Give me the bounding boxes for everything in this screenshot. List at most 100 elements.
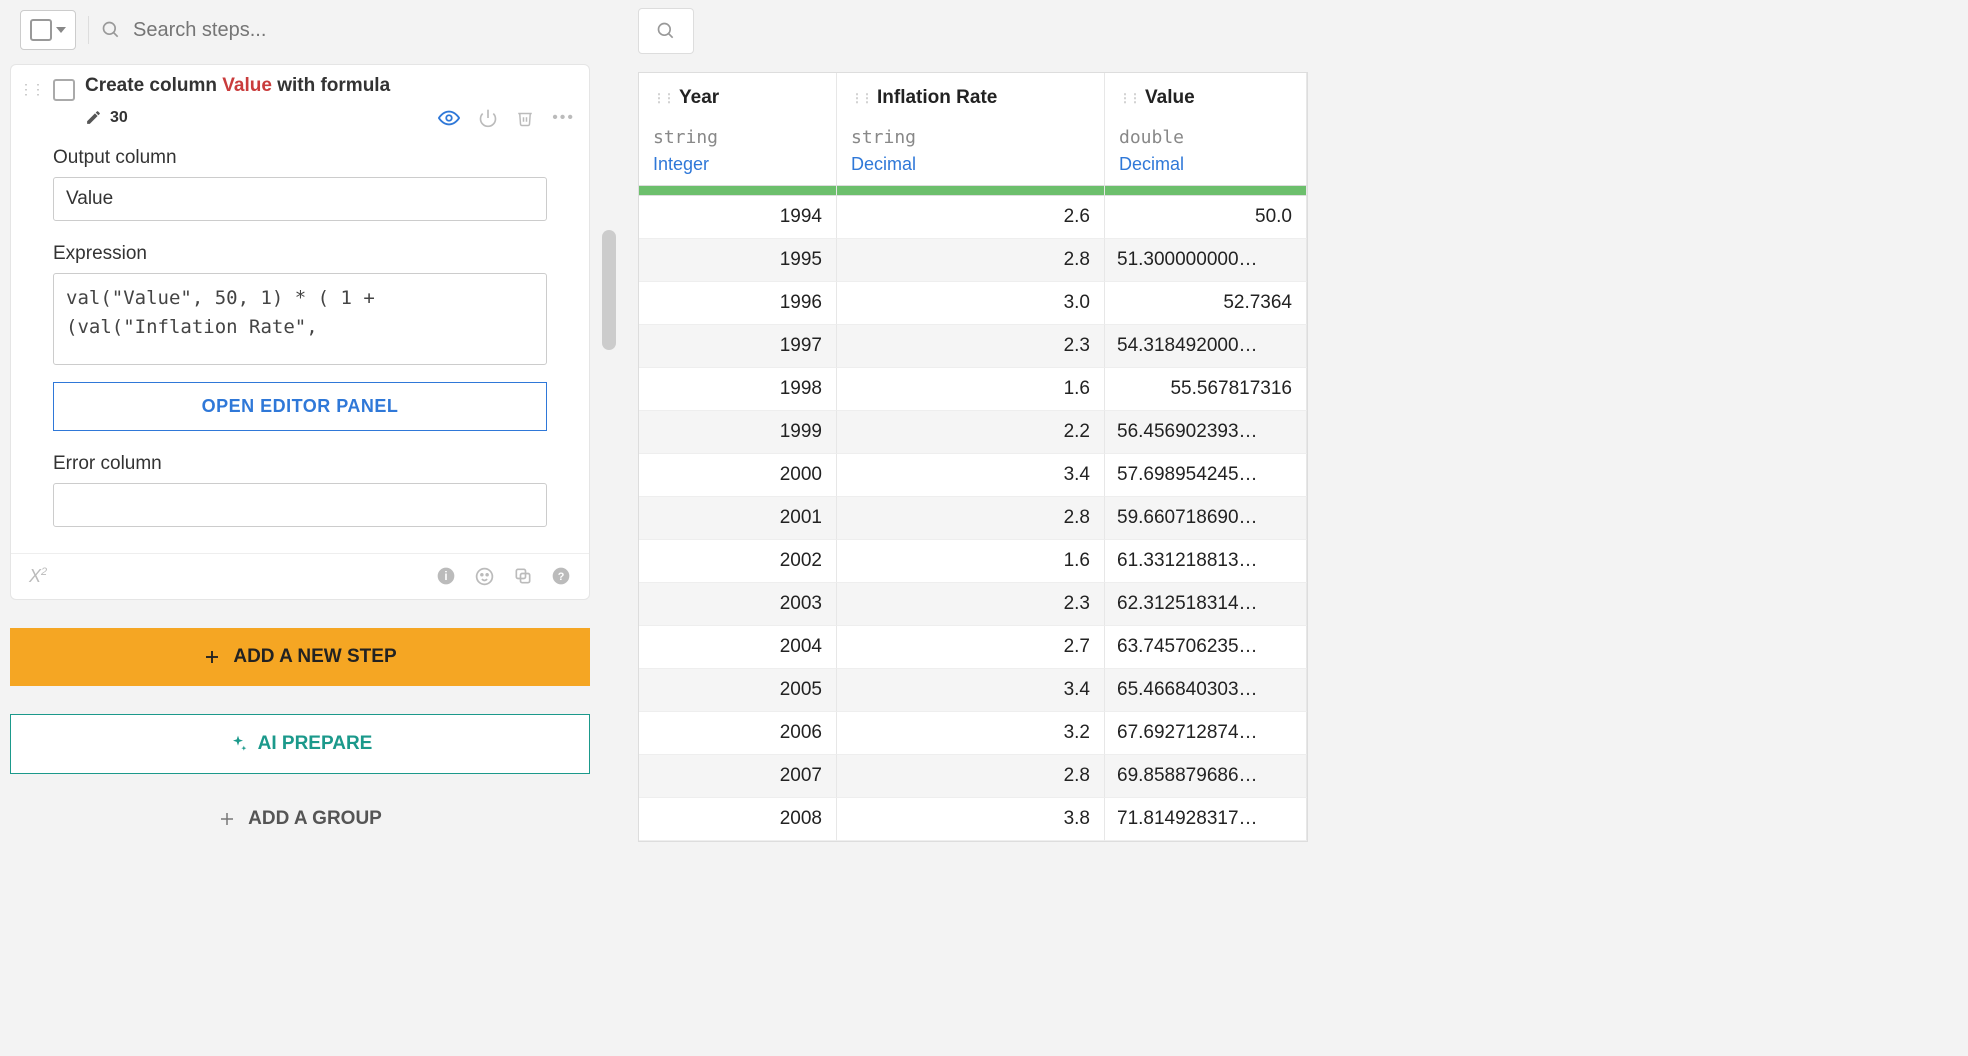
table-cell[interactable]: 61.331218813…: [1105, 540, 1307, 583]
table-cell[interactable]: 63.745706235…: [1105, 626, 1307, 669]
column-quality-bar: [1105, 186, 1307, 196]
topbar-left: [0, 0, 600, 60]
table-cell[interactable]: 55.567817316: [1105, 368, 1307, 411]
trash-icon[interactable]: [516, 108, 534, 128]
table-cell[interactable]: 1998: [639, 368, 837, 411]
data-table: ⋮⋮ Year⋮⋮ Inflation Rate⋮⋮ Valuestringst…: [638, 72, 1308, 842]
copy-icon[interactable]: [513, 566, 533, 587]
table-cell[interactable]: 2004: [639, 626, 837, 669]
eye-icon[interactable]: [438, 107, 460, 129]
table-cell[interactable]: 1995: [639, 239, 837, 282]
table-cell[interactable]: 2008: [639, 798, 837, 841]
table-cell[interactable]: 3.0: [837, 282, 1105, 325]
power-icon[interactable]: [478, 108, 498, 128]
drag-handle-icon[interactable]: ⋮⋮: [19, 75, 43, 98]
table-cell[interactable]: 3.4: [837, 454, 1105, 497]
formula-icon[interactable]: X2: [29, 566, 47, 587]
table-cell[interactable]: 57.698954245…: [1105, 454, 1307, 497]
more-icon[interactable]: •••: [552, 109, 575, 127]
svg-text:?: ?: [558, 571, 565, 583]
column-meaning[interactable]: Integer: [639, 152, 837, 186]
table-cell[interactable]: 2002: [639, 540, 837, 583]
column-type: string: [639, 123, 837, 152]
table-cell[interactable]: 50.0: [1105, 196, 1307, 239]
table-cell[interactable]: 3.8: [837, 798, 1105, 841]
column-type: double: [1105, 123, 1307, 152]
table-cell[interactable]: 1994: [639, 196, 837, 239]
step-checkbox[interactable]: [53, 79, 75, 101]
table-cell[interactable]: 2.3: [837, 325, 1105, 368]
step-title: Create column Value with formula: [85, 75, 575, 97]
error-column-input[interactable]: [53, 483, 547, 527]
table-search-button[interactable]: [638, 8, 694, 54]
checkbox-icon: [30, 19, 52, 41]
info-icon[interactable]: i: [436, 566, 456, 587]
table-cell[interactable]: 65.466840303…: [1105, 669, 1307, 712]
table-cell[interactable]: 67.692712874…: [1105, 712, 1307, 755]
table-cell[interactable]: 56.456902393…: [1105, 411, 1307, 454]
grip-icon: [602, 230, 616, 350]
help-icon[interactable]: ?: [551, 566, 571, 587]
add-step-button[interactable]: ADD A NEW STEP: [10, 628, 590, 686]
table-cell[interactable]: 2005: [639, 669, 837, 712]
select-all-dropdown[interactable]: [20, 10, 76, 50]
table-cell[interactable]: 1997: [639, 325, 837, 368]
table-cell[interactable]: 2.2: [837, 411, 1105, 454]
edit-icon[interactable]: [85, 109, 102, 127]
comment-icon[interactable]: [474, 566, 495, 587]
table-cell[interactable]: 54.318492000…: [1105, 325, 1307, 368]
error-column-label: Error column: [53, 453, 547, 475]
table-cell[interactable]: 71.814928317…: [1105, 798, 1307, 841]
svg-text:i: i: [444, 570, 447, 583]
table-cell[interactable]: 1996: [639, 282, 837, 325]
left-panel: ⋮⋮ Create column Value with formula 30: [0, 0, 600, 1056]
table-cell[interactable]: 3.2: [837, 712, 1105, 755]
step-count: 30: [110, 109, 128, 127]
column-header-year[interactable]: ⋮⋮ Year: [639, 73, 837, 123]
table-cell[interactable]: 62.312518314…: [1105, 583, 1307, 626]
right-panel: ⋮⋮ Year⋮⋮ Inflation Rate⋮⋮ Valuestringst…: [618, 0, 1968, 1056]
output-column-label: Output column: [53, 147, 547, 169]
panel-resize-handle[interactable]: [600, 0, 618, 1056]
table-cell[interactable]: 2000: [639, 454, 837, 497]
table-cell[interactable]: 2.6: [837, 196, 1105, 239]
search-input[interactable]: [133, 19, 584, 42]
search-icon: [101, 20, 121, 40]
sparkle-icon: [228, 733, 248, 755]
table-cell[interactable]: 59.660718690…: [1105, 497, 1307, 540]
column-type: string: [837, 123, 1105, 152]
table-cell[interactable]: 2.8: [837, 497, 1105, 540]
table-cell[interactable]: 2.7: [837, 626, 1105, 669]
column-drag-icon[interactable]: ⋮⋮: [653, 91, 673, 105]
table-cell[interactable]: 3.4: [837, 669, 1105, 712]
table-cell[interactable]: 2.8: [837, 755, 1105, 798]
expression-label: Expression: [53, 243, 547, 265]
table-cell[interactable]: 2001: [639, 497, 837, 540]
table-cell[interactable]: 2007: [639, 755, 837, 798]
column-header-value[interactable]: ⋮⋮ Value: [1105, 73, 1307, 123]
table-cell[interactable]: 52.7364: [1105, 282, 1307, 325]
column-drag-icon[interactable]: ⋮⋮: [1119, 91, 1139, 105]
output-column-input[interactable]: [53, 177, 547, 221]
expression-input[interactable]: [53, 273, 547, 365]
table-cell[interactable]: 2006: [639, 712, 837, 755]
table-cell[interactable]: 1.6: [837, 368, 1105, 411]
table-cell[interactable]: 69.858879686…: [1105, 755, 1307, 798]
column-header-inflation-rate[interactable]: ⋮⋮ Inflation Rate: [837, 73, 1105, 123]
column-meaning[interactable]: Decimal: [1105, 152, 1307, 186]
open-editor-button[interactable]: OPEN EDITOR PANEL: [53, 382, 547, 431]
chevron-down-icon: [56, 27, 66, 33]
table-cell[interactable]: 1999: [639, 411, 837, 454]
ai-prepare-button[interactable]: AI PREPARE: [10, 714, 590, 774]
table-cell[interactable]: 2003: [639, 583, 837, 626]
step-header: ⋮⋮ Create column Value with formula 30: [11, 65, 589, 135]
divider: [88, 16, 89, 44]
column-meaning[interactable]: Decimal: [837, 152, 1105, 186]
table-cell[interactable]: 51.300000000…: [1105, 239, 1307, 282]
table-cell[interactable]: 2.3: [837, 583, 1105, 626]
table-cell[interactable]: 2.8: [837, 239, 1105, 282]
add-group-button[interactable]: ADD A GROUP: [10, 794, 590, 844]
column-drag-icon[interactable]: ⋮⋮: [851, 91, 871, 105]
table-cell[interactable]: 1.6: [837, 540, 1105, 583]
step-footer: X2 i ?: [11, 553, 589, 599]
